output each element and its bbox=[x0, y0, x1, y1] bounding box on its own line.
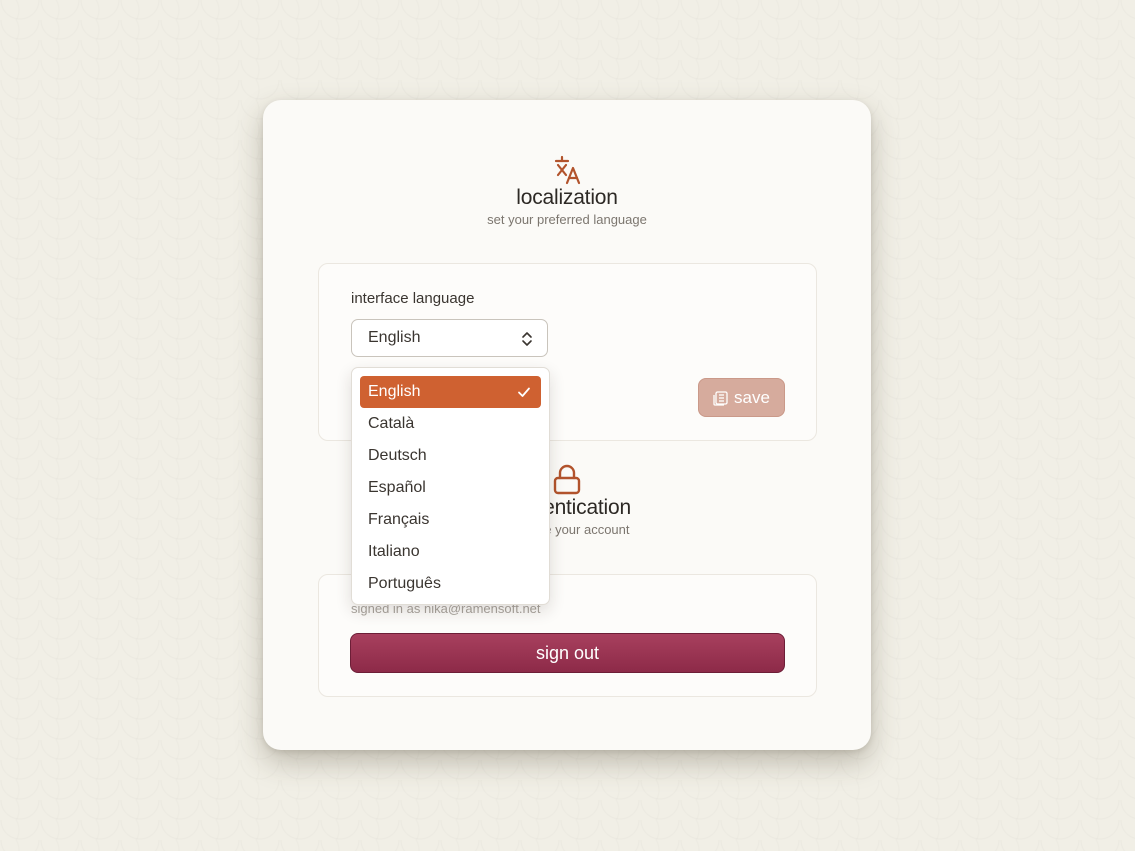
option-label: Français bbox=[368, 511, 430, 528]
interface-language-label: interface language bbox=[351, 290, 475, 307]
sign-out-label: sign out bbox=[535, 642, 600, 663]
language-option-italiano[interactable]: Italiano bbox=[360, 536, 541, 568]
localization-header: localization set your preferred language bbox=[263, 152, 871, 227]
check-icon bbox=[518, 387, 530, 397]
language-option-catala[interactable]: Català bbox=[360, 408, 541, 440]
option-label: Català bbox=[368, 415, 415, 432]
language-option-english[interactable]: English bbox=[360, 376, 541, 408]
option-label: Deutsch bbox=[368, 447, 427, 464]
chevron-up-down-icon bbox=[522, 332, 532, 346]
option-label: Português bbox=[368, 575, 441, 592]
localization-subtitle: set your preferred language bbox=[487, 212, 647, 227]
save-button[interactable]: save bbox=[698, 378, 785, 417]
language-dropdown: English Català Deutsch Español Français … bbox=[351, 367, 550, 605]
language-option-portugues[interactable]: Português bbox=[360, 568, 541, 600]
option-label: English bbox=[368, 383, 421, 400]
option-label: Italiano bbox=[368, 543, 420, 560]
translate-icon bbox=[554, 155, 581, 185]
localization-title: localization bbox=[516, 186, 618, 209]
save-icon bbox=[713, 390, 728, 406]
language-select-value: English bbox=[368, 329, 421, 346]
language-select[interactable]: English bbox=[351, 319, 548, 357]
language-option-espanol[interactable]: Español bbox=[360, 472, 541, 504]
save-label: save bbox=[734, 387, 770, 407]
lock-icon bbox=[553, 464, 581, 495]
option-label: Español bbox=[368, 479, 426, 496]
language-option-francais[interactable]: Français bbox=[360, 504, 541, 536]
sign-out-button[interactable]: sign out bbox=[350, 633, 785, 673]
language-option-deutsch[interactable]: Deutsch bbox=[360, 440, 541, 472]
